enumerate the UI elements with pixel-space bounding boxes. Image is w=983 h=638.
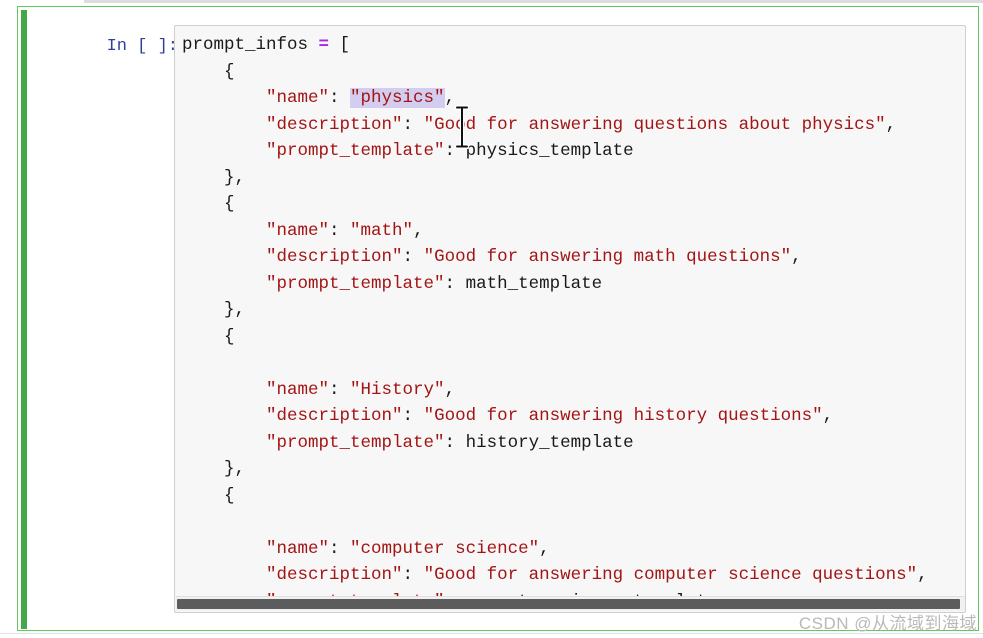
code-token: : [402, 406, 424, 426]
code-token: : [402, 114, 424, 135]
code-token: physics_template [465, 141, 634, 161]
code-token: : [444, 273, 466, 294]
code-token: "description" [266, 114, 403, 135]
code-token: "prompt_template" [266, 273, 445, 294]
code-editor[interactable]: prompt_infos = [ { "name": "physics", "d… [174, 25, 966, 613]
code-line[interactable]: "description": "Good for answering compu… [182, 562, 928, 589]
code-token: "Good for answering computer science que… [423, 565, 918, 585]
code-scroll-viewport[interactable]: prompt_infos = [ { "name": "physics", "d… [175, 26, 965, 598]
code-line[interactable] [182, 350, 928, 377]
code-token: , [885, 114, 897, 135]
code-token: "History" [350, 379, 445, 400]
code-token: "Good for answering math questions" [423, 247, 792, 267]
code-line[interactable]: prompt_infos = [ [182, 32, 928, 59]
code-token: "prompt_template" [266, 432, 445, 453]
code-token: "Good for answering history questions" [423, 406, 823, 426]
code-token: { [182, 326, 235, 347]
code-token: history_template [465, 432, 634, 453]
code-token: , [444, 379, 456, 400]
code-token: : [329, 88, 351, 108]
code-token: "computer science" [350, 538, 540, 559]
cell-selection-indicator [21, 10, 27, 629]
code-line[interactable]: "description": "Good for answering quest… [182, 112, 928, 139]
code-token: { [182, 61, 235, 82]
code-token: [ [329, 35, 351, 55]
code-line[interactable]: { [182, 324, 928, 351]
code-token: "description" [266, 565, 403, 585]
code-line[interactable]: }, [182, 297, 928, 324]
code-token: : [402, 565, 424, 585]
code-token: : [329, 379, 351, 400]
code-token: }, [182, 459, 246, 479]
code-line[interactable]: "name": "computer science", [182, 536, 928, 563]
code-token: { [182, 485, 235, 506]
code-line[interactable]: "name": "History", [182, 377, 928, 404]
code-token: , [413, 220, 424, 241]
code-token: "Good for answering questions about phys… [423, 114, 886, 135]
code-token: : [329, 220, 351, 241]
code-token: "math" [350, 220, 414, 241]
code-line[interactable]: "name": "math", [182, 218, 928, 245]
code-line[interactable]: { [182, 483, 928, 510]
code-token: "name" [266, 88, 330, 108]
code-line[interactable]: "name": "physics", [182, 85, 928, 112]
code-token: "description" [266, 406, 403, 426]
code-token: , [917, 565, 928, 585]
code-token: : [444, 432, 466, 453]
code-token: }, [182, 300, 246, 320]
cell-input-prompt: In [ ]: [106, 37, 178, 56]
code-token: : [402, 247, 424, 267]
code-token: "name" [266, 538, 330, 559]
notebook-code-cell[interactable]: In [ ]: prompt_infos = [ { "name": "phys… [17, 6, 979, 631]
code-token: prompt_infos [182, 35, 319, 55]
code-token: = [318, 35, 330, 55]
code-token: : [329, 538, 351, 559]
code-line[interactable]: "prompt_template": physics_template [182, 138, 928, 165]
csdn-watermark: CSDN @从流域到海域 [798, 614, 977, 633]
code-token: }, [182, 167, 246, 188]
code-token: , [822, 406, 834, 426]
code-token: , [539, 538, 550, 559]
page-top-strip [0, 0, 983, 4]
selected-text: "physics" [350, 88, 445, 108]
code-line[interactable]: "description": "Good for answering histo… [182, 403, 928, 430]
code-token: "name" [266, 379, 330, 400]
code-token: "prompt_template" [266, 141, 445, 161]
previous-cell-edge [84, 0, 983, 3]
code-line[interactable]: "description": "Good for answering math … [182, 244, 928, 271]
code-token: "description" [266, 247, 403, 267]
code-line[interactable] [182, 509, 928, 536]
code-line[interactable]: "prompt_template": math_template [182, 271, 928, 298]
horizontal-scrollbar-thumb[interactable] [177, 599, 960, 609]
code-token: , [444, 88, 456, 108]
code-token: "name" [266, 220, 330, 241]
code-line[interactable]: }, [182, 165, 928, 192]
code-token: : [444, 141, 466, 161]
code-source-lines[interactable]: prompt_infos = [ { "name": "physics", "d… [182, 32, 928, 598]
code-line[interactable]: }, [182, 456, 928, 483]
code-line[interactable]: { [182, 59, 928, 86]
code-token: , [791, 247, 802, 267]
code-line[interactable]: "prompt_template": history_template [182, 430, 928, 457]
code-line[interactable]: { [182, 191, 928, 218]
code-token: { [182, 194, 235, 214]
page-bottom-edge [0, 633, 983, 638]
code-token: math_template [465, 273, 603, 294]
